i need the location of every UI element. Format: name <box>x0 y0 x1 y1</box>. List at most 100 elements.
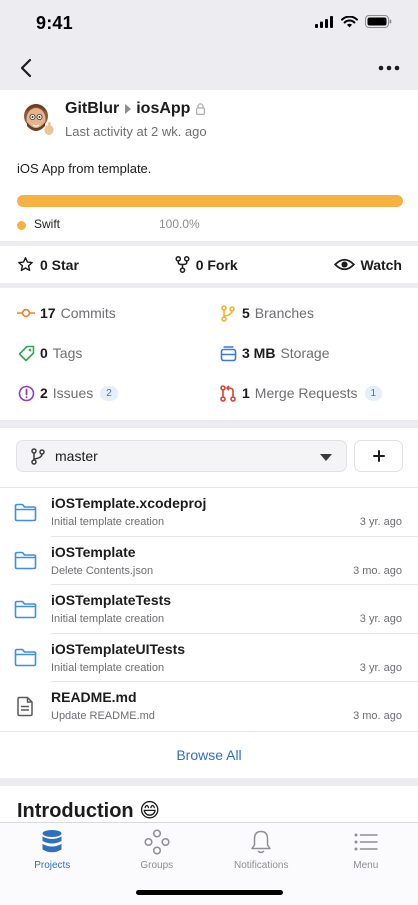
tags-stat[interactable]: 0 Tags <box>17 344 82 362</box>
file-row[interactable]: iOSTemplateTests Initial template creati… <box>0 585 418 634</box>
commit-message: Initial template creation <box>51 613 165 626</box>
merge-request-icon <box>219 384 237 402</box>
star-icon <box>18 257 33 272</box>
status-bar: 9:41 <box>0 0 418 46</box>
commits-count: 17 <box>40 305 56 321</box>
tab-menu[interactable]: Menu <box>314 823 418 875</box>
branches-stat[interactable]: 5 Branches <box>219 304 314 322</box>
owner-link[interactable]: GitBlur <box>65 100 119 118</box>
readme-title: Introduction 😄 <box>17 800 161 822</box>
commit-message: Initial template creation <box>51 661 165 674</box>
project-description: iOS App from template. <box>17 161 152 176</box>
file-name: iOSTemplateUITests <box>51 640 186 657</box>
fork-icon <box>175 256 190 273</box>
watch-button[interactable]: Watch <box>333 256 402 273</box>
commit-time: 3 mo. ago <box>353 710 402 723</box>
branch-name: master <box>55 448 98 464</box>
file-row[interactable]: iOSTemplateUITests Initial template crea… <box>0 634 418 683</box>
fork-label: 0 Fork <box>195 256 238 273</box>
language-bar-fill <box>17 195 403 207</box>
language-name: Swift <box>34 217 61 231</box>
file-name: iOSTemplate.xcodeproj <box>51 495 207 511</box>
tab-label: Projects <box>34 860 71 871</box>
file-name: README.md <box>51 689 137 706</box>
commit-time: 3 yr. ago <box>359 661 402 674</box>
storage-label: Storage <box>280 345 330 361</box>
issues-stat[interactable]: 2 Issues 2 <box>17 384 118 402</box>
commit-message: Initial template creation <box>51 516 165 528</box>
commit-time: 3 yr. ago <box>359 516 402 528</box>
wifi-icon <box>341 15 358 27</box>
branch-selector[interactable]: master <box>16 440 347 472</box>
repository-files: master iOSTemplate.xcodeproj Initial tem… <box>0 428 418 778</box>
more-button[interactable] <box>372 54 406 82</box>
folder-icon <box>13 501 37 523</box>
tab-projects[interactable]: Projects <box>0 823 105 875</box>
branches-label: Branches <box>254 305 314 321</box>
battery-icon <box>365 15 392 28</box>
issues-count: 2 <box>40 385 48 401</box>
commit-time: 3 yr. ago <box>359 613 402 626</box>
storage-icon <box>219 344 237 362</box>
fork-button[interactable]: 0 Fork <box>175 256 238 273</box>
tag-icon <box>17 344 35 362</box>
branch-icon <box>31 447 45 465</box>
tab-groups[interactable]: Groups <box>105 823 210 875</box>
home-indicator <box>136 890 283 895</box>
file-row[interactable]: README.md Update README.md 3 mo. ago <box>0 682 418 731</box>
merge-requests-badge: 1 <box>364 385 383 401</box>
tab-label: Menu <box>353 860 379 871</box>
project-header: GitBlur iosApp Last activity at 2 wk. ag… <box>0 90 418 241</box>
merge-requests-stat[interactable]: 1 Merge Requests 1 <box>219 384 383 402</box>
chevron-down-icon <box>320 454 332 461</box>
branches-count: 5 <box>242 305 250 321</box>
file-row[interactable]: iOSTemplate.xcodeproj Initial template c… <box>0 488 418 537</box>
commit-message: Delete Contents.json <box>51 564 154 577</box>
lock-icon <box>196 103 206 115</box>
watch-label: Watch <box>360 256 402 273</box>
project-name[interactable]: iosApp <box>136 100 190 118</box>
file-name: iOSTemplateTests <box>51 592 172 609</box>
folder-icon <box>13 647 37 669</box>
tab-notifications[interactable]: Notifications <box>209 823 314 875</box>
ellipsis-icon <box>378 65 400 71</box>
tags-label: Tags <box>52 345 83 361</box>
status-time: 9:41 <box>36 13 73 33</box>
add-button[interactable] <box>354 440 403 472</box>
back-button[interactable] <box>12 54 40 82</box>
tab-bar: Projects Groups Notifications Menu <box>0 822 418 905</box>
eye-icon <box>333 258 355 271</box>
caret-right-icon <box>125 104 132 114</box>
file-name: iOSTemplate <box>51 543 136 560</box>
last-activity: Last activity at 2 wk. ago <box>65 124 207 139</box>
merge-requests-label: Merge Requests <box>254 385 358 401</box>
cellular-signal-icon <box>315 15 333 28</box>
star-button[interactable]: 0 Star <box>17 256 79 273</box>
commit-time: 3 mo. ago <box>353 564 402 577</box>
language-bar <box>17 195 403 207</box>
storage-count: 3 MB <box>242 345 276 361</box>
issues-label: Issues <box>52 385 94 401</box>
project-actions: 0 Star 0 Fork Watch <box>0 246 418 283</box>
plus-icon <box>372 450 385 462</box>
project-stats: 17 Commits 5 Branches 0 Tags 3 MB Storag… <box>0 288 418 420</box>
commit-message: Update README.md <box>51 710 155 723</box>
commits-stat[interactable]: 17 Commits <box>17 304 116 322</box>
branch-icon <box>219 304 237 322</box>
groups-icon <box>144 829 170 855</box>
chevron-left-icon <box>20 58 32 78</box>
browse-all-button[interactable]: Browse All <box>0 731 418 778</box>
storage-stat[interactable]: 3 MB Storage <box>219 344 330 362</box>
nav-bar <box>0 46 418 90</box>
commits-label: Commits <box>60 305 116 321</box>
language-dot <box>17 221 26 230</box>
avatar[interactable] <box>18 100 58 140</box>
folder-icon <box>13 550 37 572</box>
star-label: 0 Star <box>40 256 79 273</box>
tags-count: 0 <box>40 345 48 361</box>
bell-icon <box>250 829 272 855</box>
file-row[interactable]: iOSTemplate Delete Contents.json 3 mo. a… <box>0 537 418 586</box>
folder-icon <box>13 598 37 620</box>
breadcrumb: GitBlur iosApp <box>65 100 206 118</box>
status-icons <box>315 15 392 28</box>
